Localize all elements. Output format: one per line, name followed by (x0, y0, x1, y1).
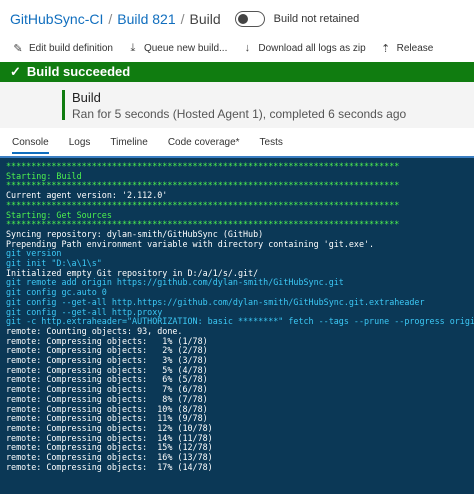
build-summary-subtitle: Ran for 5 seconds (Hosted Agent 1), comp… (72, 107, 407, 121)
download-logs-label: Download all logs as zip (258, 42, 366, 54)
checkmark-icon: ✓ (10, 64, 21, 79)
download-logs-button[interactable]: ↓ Download all logs as zip (241, 42, 366, 54)
build-summary-title: Build (72, 90, 101, 105)
build-status-banner: ✓ Build succeeded (0, 62, 474, 82)
tab-logs[interactable]: Logs (65, 131, 95, 154)
edit-build-definition-label: Edit build definition (29, 42, 113, 54)
tab-console[interactable]: Console (8, 131, 53, 154)
build-status-text: Build succeeded (26, 64, 131, 79)
console-output[interactable]: ****************************************… (0, 156, 474, 494)
tab-code-coverage[interactable]: Code coverage* (164, 131, 244, 154)
queue-icon: ⤓ (130, 41, 136, 54)
breadcrumb-build-link[interactable]: Build 821 (117, 11, 175, 27)
retain-build-toggle[interactable] (234, 11, 265, 27)
pencil-icon: ✎ (13, 42, 23, 55)
retain-build-label: Build not retained (273, 13, 360, 25)
breadcrumb: GitHubSync-CI / Build 821 / Build Build … (10, 8, 359, 30)
tab-bar: Console Logs Timeline Code coverage* Tes… (0, 128, 474, 156)
release-icon: ⇡ (381, 42, 391, 55)
console-line: Prepending Path environment variable wit… (6, 238, 375, 249)
console-line: remote: Compressing objects: 17% (14/78) (6, 461, 213, 472)
status-stripe (62, 90, 65, 120)
download-icon: ↓ (244, 42, 251, 54)
queue-new-build-label: Queue new build... (143, 42, 228, 54)
queue-new-build-button[interactable]: ⤓ Queue new build... (127, 41, 228, 55)
edit-build-definition-button[interactable]: ✎ Edit build definition (12, 42, 113, 55)
build-summary: Build Ran for 5 seconds (Hosted Agent 1)… (0, 82, 474, 128)
tab-timeline[interactable]: Timeline (106, 131, 151, 154)
release-button[interactable]: ⇡ Release (380, 42, 434, 55)
breadcrumb-separator: / (108, 11, 113, 27)
tab-tests[interactable]: Tests (256, 131, 287, 154)
breadcrumb-separator: / (180, 11, 185, 27)
toggle-knob (237, 14, 248, 24)
breadcrumb-definition-link[interactable]: GitHubSync-CI (10, 11, 103, 27)
toolbar: ✎ Edit build definition ⤓ Queue new buil… (12, 39, 447, 57)
page-title: Build (189, 11, 221, 27)
release-label: Release (396, 42, 434, 54)
